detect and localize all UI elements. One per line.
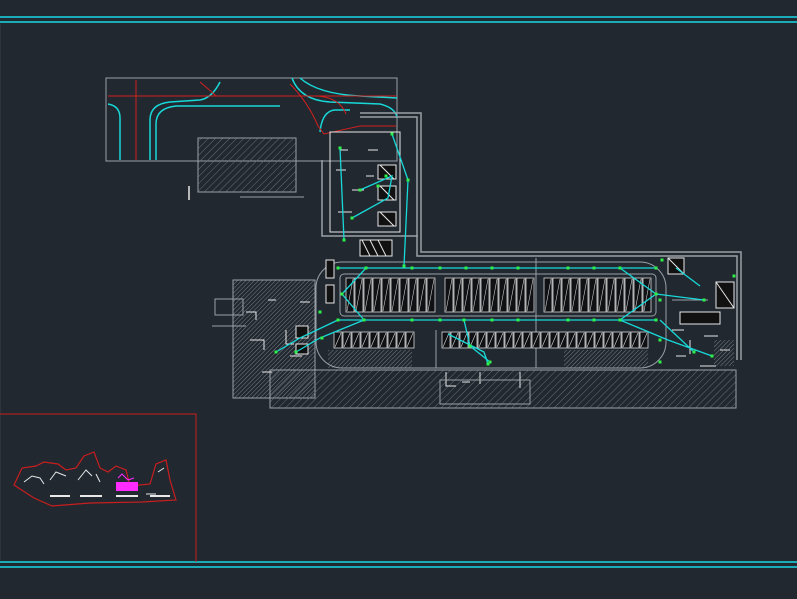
route-node [342, 238, 346, 242]
route-node [462, 318, 466, 322]
hatched-building-block [197, 137, 297, 193]
route-node [490, 266, 494, 270]
route-node [390, 132, 394, 136]
route-node [658, 338, 662, 342]
route-node [516, 318, 520, 322]
route-node [566, 318, 570, 322]
route-node [618, 266, 622, 270]
route-node [318, 310, 322, 314]
route-node [410, 266, 414, 270]
route-node [464, 266, 468, 270]
south-podium-hatch [269, 369, 737, 409]
route-node [468, 344, 472, 348]
route-node [654, 292, 658, 296]
ramp-hatch-east [564, 350, 648, 368]
parking-bays-south-row [333, 331, 649, 349]
route-node [702, 298, 706, 302]
route-node [592, 318, 596, 322]
route-node [294, 350, 298, 354]
route-node [692, 350, 696, 354]
route-node [320, 336, 324, 340]
route-node [350, 216, 354, 220]
key-plan-current-area-highlight [116, 482, 138, 491]
route-node [438, 318, 442, 322]
route-node [566, 266, 570, 270]
ramp-hatch-west [328, 350, 412, 368]
route-node [406, 178, 410, 182]
route-node [438, 266, 442, 270]
route-node [336, 318, 340, 322]
route-node [358, 188, 362, 192]
route-node [362, 318, 366, 322]
route-node [486, 362, 490, 366]
route-node [402, 264, 406, 268]
route-node [654, 266, 658, 270]
route-node [340, 292, 344, 296]
route-node [274, 350, 278, 354]
route-node [710, 354, 714, 358]
route-node [658, 298, 662, 302]
route-node [732, 274, 736, 278]
route-node [338, 146, 342, 150]
route-node [592, 266, 596, 270]
cad-drawing-canvas[interactable] [0, 0, 797, 599]
route-node [618, 318, 622, 322]
route-node [490, 318, 494, 322]
route-node [516, 266, 520, 270]
route-node [658, 360, 662, 364]
route-node [376, 184, 380, 188]
route-node [364, 266, 368, 270]
route-node [660, 258, 664, 262]
route-node [384, 174, 388, 178]
route-node [410, 318, 414, 322]
route-node [654, 318, 658, 322]
route-node [336, 266, 340, 270]
